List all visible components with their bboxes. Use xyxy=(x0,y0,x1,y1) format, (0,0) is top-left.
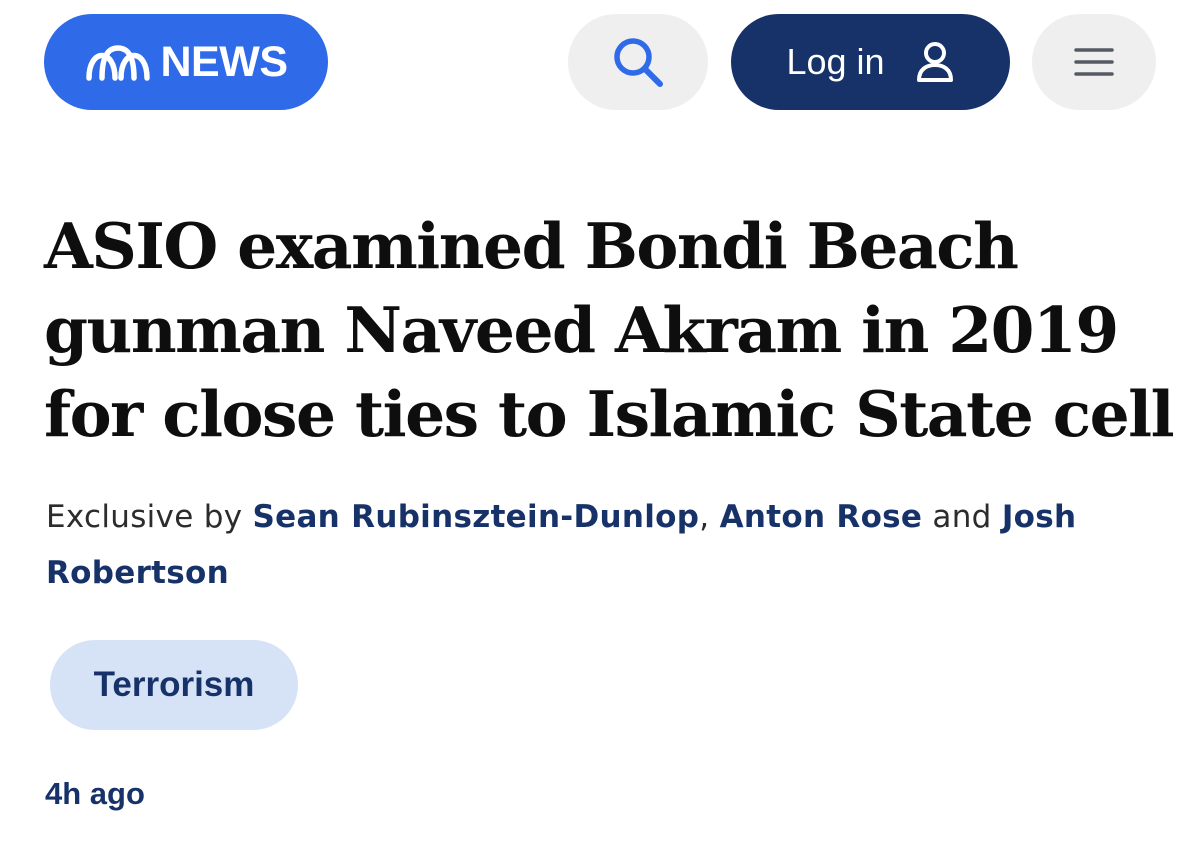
article-headline: ASIO examined Bondi Beach gunman Naveed … xyxy=(44,209,1175,451)
search-icon xyxy=(610,34,666,90)
brand-name: NEWS xyxy=(160,37,289,86)
byline-separator: , xyxy=(699,499,710,535)
topic-tag[interactable]: Terrorism xyxy=(50,640,298,730)
published-timestamp: 4h ago xyxy=(45,776,145,811)
author-link[interactable]: Sean Rubinsztein-Dunlop xyxy=(253,499,700,535)
byline-prefix: Exclusive by xyxy=(46,499,243,535)
author-link[interactable]: Anton Rose xyxy=(720,499,923,535)
hamburger-menu-icon xyxy=(1074,47,1114,77)
abc-logo-icon xyxy=(85,42,151,82)
user-icon xyxy=(915,41,955,83)
article-byline: Exclusive by Sean Rubinsztein-Dunlop, An… xyxy=(46,489,1156,601)
menu-button[interactable] xyxy=(1032,14,1156,110)
byline-conjunction: and xyxy=(932,499,992,535)
login-label: Log in xyxy=(786,41,885,82)
login-button[interactable]: Log in xyxy=(731,14,1010,110)
search-button[interactable] xyxy=(568,14,708,110)
abc-news-logo-link[interactable]: NEWS xyxy=(44,14,328,110)
